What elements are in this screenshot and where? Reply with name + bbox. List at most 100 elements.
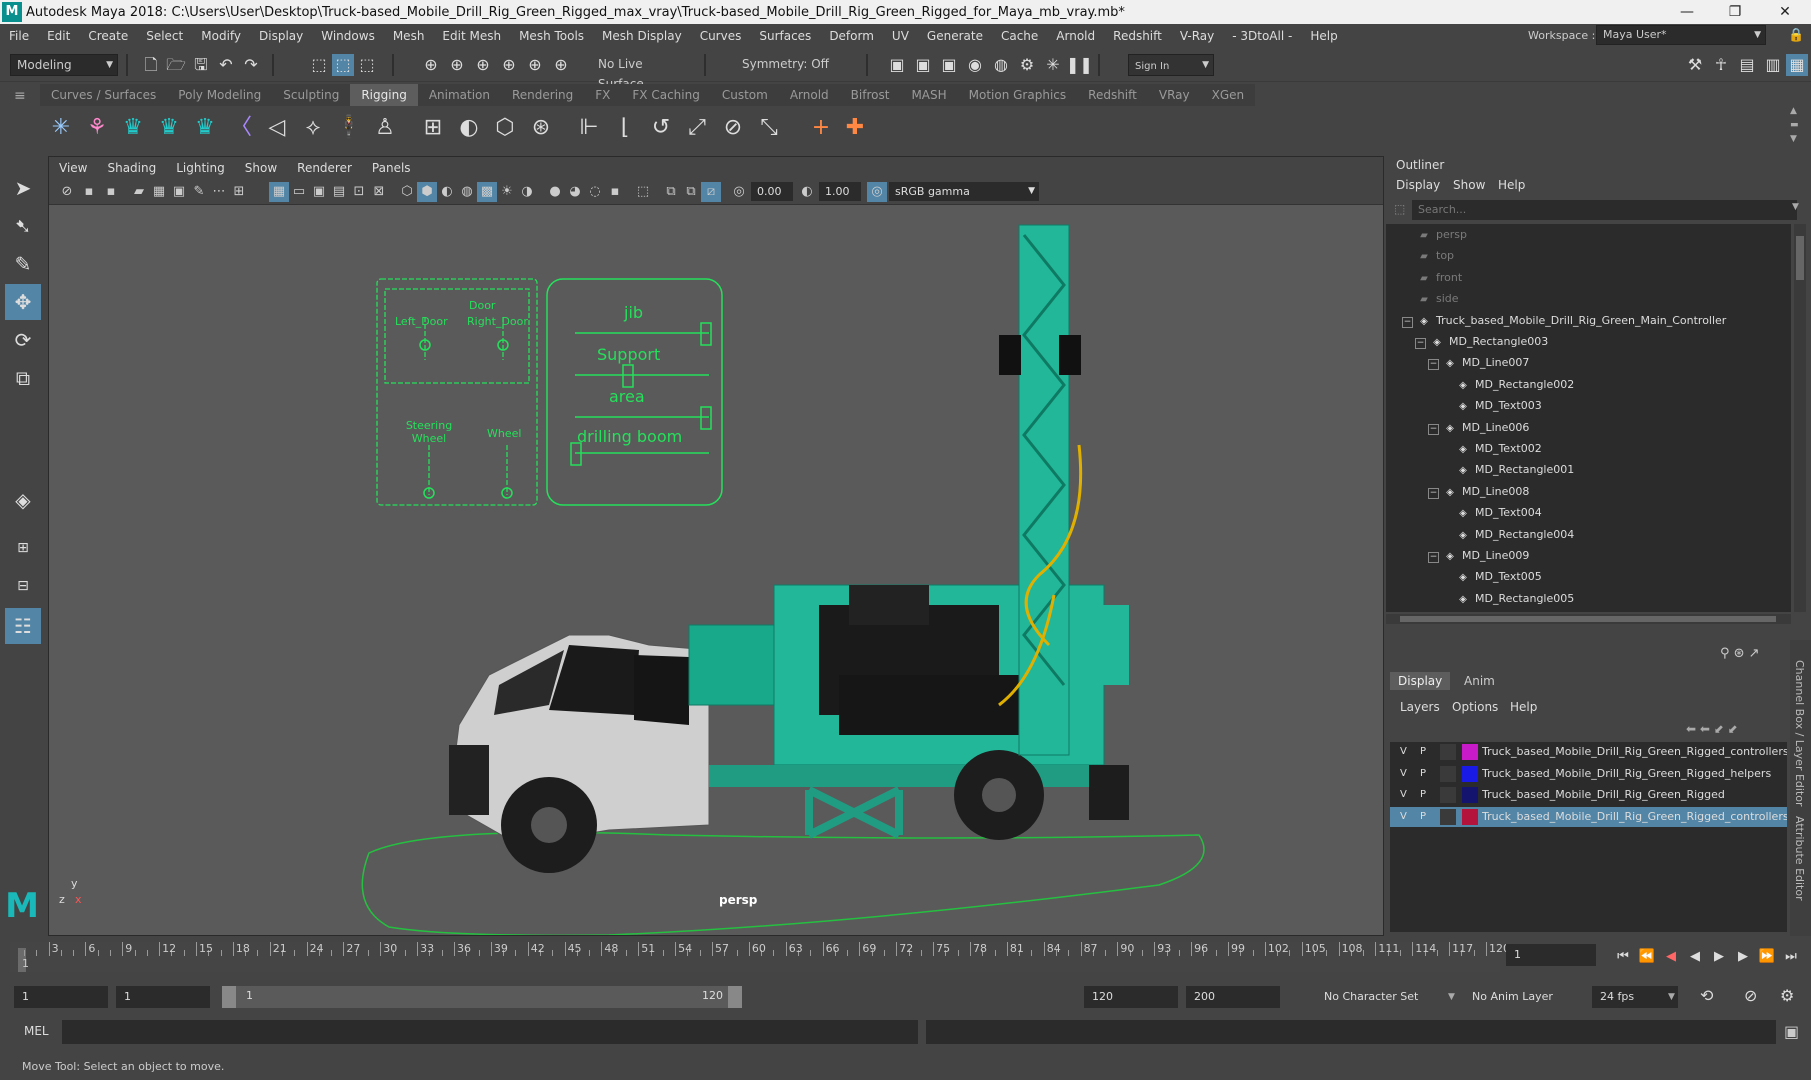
human-ik-icon[interactable]: ☥: [1710, 54, 1732, 76]
select-hierarchy-icon[interactable]: ⬚: [308, 54, 330, 76]
new-scene-icon[interactable]: 🗋: [140, 54, 162, 76]
step-forward-key-icon[interactable]: ⏩: [1756, 946, 1778, 968]
menu-deform[interactable]: Deform: [820, 29, 883, 43]
range-end-handle[interactable]: [728, 986, 742, 1008]
ipr-render-icon[interactable]: ▣: [938, 54, 960, 76]
menu-file[interactable]: File: [0, 29, 38, 43]
grease-pencil-icon[interactable]: ✎: [189, 182, 209, 202]
scale-constraint-icon[interactable]: ⤢: [682, 113, 712, 143]
ik-handle-icon[interactable]: ⚘: [82, 113, 112, 143]
outliner-menu-display[interactable]: Display: [1396, 178, 1440, 192]
gamma-field[interactable]: 1.00: [819, 182, 861, 201]
scroll-thumb[interactable]: [1400, 616, 1776, 622]
expand-toggle-icon[interactable]: −: [1402, 316, 1413, 328]
render-current-icon[interactable]: ▣: [912, 54, 934, 76]
rotate-tool-icon[interactable]: ⟳: [5, 322, 41, 358]
viewport-menu-renderer[interactable]: Renderer: [287, 161, 362, 175]
render-setup-icon[interactable]: ⚙: [1016, 54, 1038, 76]
paint-weights-icon[interactable]: ♛: [190, 113, 220, 143]
menu-redshift[interactable]: Redshift: [1104, 29, 1171, 43]
play-backward-icon[interactable]: ◀: [1684, 946, 1706, 968]
menu-surfaces[interactable]: Surfaces: [750, 29, 820, 43]
layer-playback-toggle[interactable]: P: [1420, 764, 1426, 784]
expand-toggle-icon[interactable]: −: [1428, 423, 1439, 435]
blend-shape-icon[interactable]: ⊛: [526, 113, 556, 143]
menu-edit-mesh[interactable]: Edit Mesh: [433, 29, 510, 43]
snap-point-icon[interactable]: ⊕: [472, 54, 494, 76]
attribute-editor-side-tab[interactable]: Attribute Editor: [1793, 816, 1806, 901]
multisample-aa-icon[interactable]: ◌: [585, 182, 605, 202]
single-perspective-layout-icon[interactable]: ◈: [5, 482, 41, 518]
menu-mesh[interactable]: Mesh: [384, 29, 434, 43]
menu-display[interactable]: Display: [250, 29, 312, 43]
outliner-item[interactable]: ▰ persp: [1402, 224, 1467, 245]
tab-display[interactable]: Display: [1390, 672, 1451, 690]
layer-color-swatch[interactable]: [1462, 787, 1478, 803]
set-driven-key-icon[interactable]: ✚: [840, 113, 870, 143]
xray-active-components-icon[interactable]: ⧄: [701, 182, 721, 202]
step-forward-frame-icon[interactable]: ▶: [1732, 946, 1754, 968]
layer-row[interactable]: V P Truck_based_Mobile_Drill_Rig_Green_Rig…: [1390, 785, 1787, 805]
menu-curves[interactable]: Curves: [691, 29, 751, 43]
resolution-gate-icon[interactable]: ▭: [289, 182, 309, 202]
outliner-item[interactable]: − ◈ MD_Line008: [1428, 481, 1529, 502]
shelf-tab-rendering[interactable]: Rendering: [501, 84, 585, 106]
shelf-tab-fx-caching[interactable]: FX Caching: [621, 84, 711, 106]
shelf-tab-rigging[interactable]: Rigging: [350, 84, 418, 106]
modeling-toolkit-icon[interactable]: ⚒: [1684, 54, 1706, 76]
menu-modify[interactable]: Modify: [192, 29, 250, 43]
isolate-select-icon[interactable]: ⬚: [633, 182, 653, 202]
outliner-item[interactable]: − ◈ MD_Rectangle003: [1415, 331, 1548, 352]
render-settings-icon[interactable]: ◉: [964, 54, 986, 76]
outliner-item[interactable]: ▰ side: [1402, 288, 1458, 309]
smooth-bind-icon[interactable]: ♛: [154, 113, 184, 143]
live-surface-field[interactable]: No Live Surface: [592, 54, 692, 91]
smooth-shade-wireframe-icon[interactable]: ⬡: [397, 182, 417, 202]
save-scene-icon[interactable]: 🖫: [190, 54, 212, 76]
viewport-menu-lighting[interactable]: Lighting: [166, 161, 235, 175]
expand-toggle-icon[interactable]: −: [1428, 487, 1439, 499]
time-slider-track[interactable]: 1 3 6 9 12 15 18 21 24 27 30 33 36 39 42 45 48 51 54 57 60 6…: [10, 942, 1510, 972]
auto-key-icon[interactable]: ⊘: [1744, 986, 1757, 1005]
use-all-lights-icon[interactable]: ☀: [497, 182, 517, 202]
shelf-tab-animation[interactable]: Animation: [417, 84, 501, 106]
shelf-tab-redshift[interactable]: Redshift: [1077, 84, 1148, 106]
outliner-item[interactable]: ◈ MD_Rectangle004: [1441, 524, 1574, 545]
outliner-item[interactable]: ▰ top: [1402, 245, 1454, 266]
exposure-field[interactable]: 0.00: [751, 182, 793, 201]
channel-box-side-tab[interactable]: Channel Box / Layer Editor: [1793, 660, 1806, 807]
outliner-item[interactable]: ◈ MD_Text003: [1441, 395, 1542, 416]
menu-edit[interactable]: Edit: [38, 29, 79, 43]
channel-box-toolbar-icons[interactable]: ⚲ ⊛ ↗: [1720, 646, 1760, 661]
parent-constraint-icon[interactable]: ⊩: [574, 113, 604, 143]
layer-type-toggle[interactable]: [1440, 765, 1456, 782]
menu-create[interactable]: Create: [79, 29, 137, 43]
pause-icon[interactable]: ❚❚: [1066, 54, 1093, 76]
gate-mask-icon[interactable]: ▣: [309, 182, 329, 202]
camera-attributes-icon[interactable]: ▪: [79, 182, 99, 202]
outliner-item[interactable]: − ◈ MD_Line009: [1428, 545, 1529, 566]
depth-of-field-icon[interactable]: ▪: [605, 182, 625, 202]
lasso-tool-icon[interactable]: ➷: [5, 208, 41, 244]
filter-icon[interactable]: ⬚: [1394, 202, 1405, 216]
layer-row[interactable]: V P Truck_based_Mobile_Drill_Rig_Green_Rig…: [1390, 742, 1787, 762]
outliner-search-input[interactable]: Search...: [1412, 200, 1797, 220]
quick-rig-icon[interactable]: 🕴: [334, 113, 364, 143]
menu-vray[interactable]: V-Ray: [1171, 29, 1223, 43]
outliner-menu-show[interactable]: Show: [1453, 178, 1485, 192]
two-view-layout-icon[interactable]: ⊟: [5, 568, 41, 604]
restore-button[interactable]: ❐: [1710, 0, 1760, 24]
expand-toggle-icon[interactable]: −: [1428, 552, 1439, 563]
layer-visibility-toggle[interactable]: V: [1400, 764, 1407, 784]
outliner-item[interactable]: − ◈ MD_Line007: [1428, 352, 1529, 373]
outliner-item[interactable]: ▰ front: [1402, 267, 1462, 288]
menu-cache[interactable]: Cache: [992, 29, 1047, 43]
symmetry-field[interactable]: Symmetry: Off: [736, 54, 836, 76]
screen-space-ao-icon[interactable]: ●: [545, 182, 565, 202]
xray-icon[interactable]: ⧉: [661, 182, 681, 202]
layer-menu-help[interactable]: Help: [1510, 700, 1537, 714]
attribute-editor-icon[interactable]: ▥: [1762, 54, 1784, 76]
shelf-tab-fx[interactable]: FX: [584, 84, 622, 106]
render-view-icon[interactable]: ▣: [886, 54, 908, 76]
shelf-tab-motion-graphics[interactable]: Motion Graphics: [957, 84, 1078, 106]
